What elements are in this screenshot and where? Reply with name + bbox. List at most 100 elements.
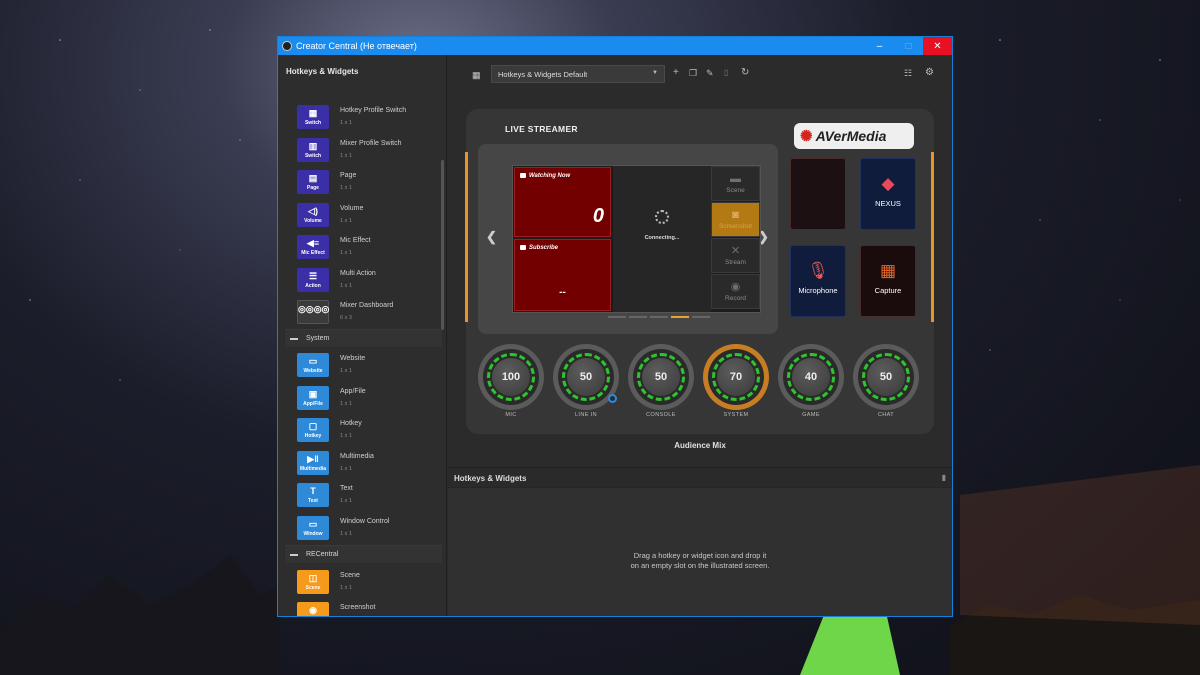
duplicate-icon[interactable]: ❐ [689, 67, 697, 79]
page-dot[interactable] [692, 316, 710, 318]
volume-icon: ◁) Volume [297, 203, 329, 227]
tile-label: Text [308, 498, 318, 504]
app-icon [282, 41, 292, 51]
widget-item-website[interactable]: ▭ Website Website 1 x 1 [297, 353, 437, 379]
key-empty[interactable] [790, 158, 846, 230]
drop-panel[interactable]: Hotkeys & Widgets ▮ Drag a hotkey or wid… [448, 467, 952, 616]
section-recentral[interactable]: RECentral [285, 545, 442, 563]
widget-item-multi-action[interactable]: ☰ Action Multi Action 1 x 1 [297, 268, 437, 294]
tile-glyph: ◎◎◎◎ [298, 304, 330, 314]
lcd-button-record[interactable]: ◉ Record [711, 274, 760, 309]
knob-value: 50 [867, 358, 905, 396]
refresh-icon[interactable]: ↻ [741, 67, 749, 79]
widget-item-screenshot[interactable]: ◉ScreenshotScreenshot1 x 1 [297, 602, 437, 616]
key-label: Capture [874, 286, 902, 295]
widget-size: 1 x 1 [340, 585, 352, 591]
knob-label: CHAT [877, 412, 895, 418]
tile-glyph: ▭ [308, 519, 318, 529]
youtube-icon [520, 173, 526, 178]
lcd-button-label: Stream [725, 259, 746, 266]
section-system[interactable]: System [285, 329, 442, 347]
widget-item-page[interactable]: ▤ Page Page 1 x 1 [297, 170, 437, 196]
lcd-button-label: Screenshot [719, 223, 752, 230]
widget-size: 1 x 1 [340, 531, 352, 537]
widget-item-app-file[interactable]: ▣ App/File App/File 1 x 1 [297, 386, 437, 412]
capture-card-icon: ▦ [879, 261, 897, 280]
grid-icon[interactable]: ▦ [472, 71, 481, 80]
widget-item-volume[interactable]: ◁) Volume Volume 1 x 1 [297, 203, 437, 229]
knob-label: MIC [505, 412, 517, 418]
drop-message-line2: on an empty slot on the illustrated scre… [630, 561, 770, 570]
maximize-button[interactable]: □ [894, 37, 923, 55]
lcd-button-screenshot[interactable]: ◙ Screenshot [711, 202, 760, 237]
tile-glyph: ▭ [308, 356, 318, 366]
profile-select[interactable]: Hotkeys & Widgets Default ▼ [491, 65, 665, 83]
page-dot-active[interactable] [671, 316, 689, 318]
close-button[interactable]: ✕ [923, 37, 952, 55]
mixer-profile-switch-icon: ▥ Switch [297, 138, 329, 162]
microphone-icon: 🎙 [807, 261, 829, 280]
key-capture[interactable]: ▦ Capture [860, 245, 916, 317]
text-icon: T Text [297, 483, 329, 507]
widget-item-text[interactable]: T Text Text 1 x 1 [297, 483, 437, 509]
left-accent [465, 152, 468, 322]
preview-pane: Connecting... [613, 166, 711, 312]
record-icon: ◉ [730, 281, 741, 293]
gear-icon[interactable]: ⚙ [925, 67, 934, 79]
key-nexus[interactable]: ◆ NEXUS [860, 158, 916, 230]
volume-knob-chat[interactable]: 50 [853, 344, 919, 410]
widget-item-scene[interactable]: ◫ Scene Scene 1 x 1 [297, 570, 437, 596]
lcd-button-label: Scene [726, 187, 745, 194]
page-dot[interactable] [650, 316, 668, 318]
sidebar-scrollbar[interactable] [441, 160, 444, 330]
widget-item-window-control[interactable]: ▭ Window Window Control 1 x 1 [297, 516, 437, 542]
widget-name: Screenshot [340, 604, 376, 611]
widget-size: 1 x 1 [340, 185, 352, 191]
plus-icon[interactable]: + [673, 67, 679, 79]
knob-marker-icon[interactable] [608, 394, 617, 403]
widget-name: Window Control [340, 518, 390, 525]
lcd-button-scene[interactable]: ▬ Scene [711, 166, 760, 201]
widget-item-mixer-dashboard[interactable]: ◎◎◎◎ Mixer Dashboard 6 x 3 [297, 300, 437, 326]
widget-size: 1 x 1 [340, 283, 352, 289]
widget-item-hotkey[interactable]: ▢ Hotkey Hotkey 1 x 1 [297, 418, 437, 444]
knob-label: CONSOLE [646, 412, 676, 418]
drop-panel-title: Hotkeys & Widgets [454, 474, 527, 483]
page-dot[interactable] [608, 316, 626, 318]
trash-icon[interactable]: ▯ [724, 67, 728, 79]
tile-label: Window [303, 531, 323, 537]
page-dot[interactable] [629, 316, 647, 318]
key-label: NEXUS [875, 199, 901, 208]
window-control-icon: ▭ Window [297, 516, 329, 540]
widget-item-hotkey-profile-switch[interactable]: ▦ Switch Hotkey Profile Switch 1 x 1 [297, 105, 437, 131]
widget-name: Scene [340, 572, 360, 579]
widget-item-multimedia[interactable]: ▶‖ Multimedia Multimedia 1 x 1 [297, 451, 437, 477]
lcd-prev-arrow[interactable]: ❮ [486, 229, 497, 245]
volume-knob-system[interactable]: 70 [703, 344, 769, 410]
tile-glyph: ▥ [308, 141, 318, 151]
toolbar: ▦ Hotkeys & Widgets Default ▼ + ❐ ✎ ▯ ↻ … [448, 55, 952, 91]
widget-item-mic-effect[interactable]: ◀≡ Mic Effect Mic Effect 1 x 1 [297, 235, 437, 261]
widget-sidebar: Hotkeys & Widgets ▦ Switch Hotkey Profile … [278, 55, 447, 616]
subscribe-value: -- [559, 287, 566, 298]
subscribe-widget[interactable]: Subscribe -- [514, 239, 611, 311]
widget-name: Mixer Profile Switch [340, 140, 402, 147]
tile-label: Switch [304, 153, 322, 159]
title-bar[interactable]: Creator Central (Не отвечает) – □ ✕ [278, 37, 952, 55]
widget-size: 1 x 1 [340, 120, 352, 126]
volume-knob-mic[interactable]: 100 [478, 344, 544, 410]
minimize-button[interactable]: – [865, 37, 894, 55]
key-microphone[interactable]: 🎙 Microphone [790, 245, 846, 317]
lcd-button-stream[interactable]: ✕ Stream [711, 238, 760, 273]
watching-now-widget[interactable]: Watching Now 0 [514, 167, 611, 237]
lcd-screen: Watching Now 0 Subscribe -- Connecting..… [512, 165, 761, 318]
tile-glyph: ◁) [308, 206, 318, 216]
volume-knob-game[interactable]: 40 [778, 344, 844, 410]
scene-icon: ▬ [730, 173, 741, 185]
list-settings-icon[interactable]: ☷ [904, 67, 912, 79]
edit-icon[interactable]: ✎ [706, 67, 714, 79]
trash-icon[interactable]: ▮ [942, 473, 946, 482]
widget-item-mixer-profile-switch[interactable]: ▥ Switch Mixer Profile Switch 1 x 1 [297, 138, 437, 164]
volume-knob-console[interactable]: 50 [628, 344, 694, 410]
tile-label: App/File [303, 401, 323, 407]
